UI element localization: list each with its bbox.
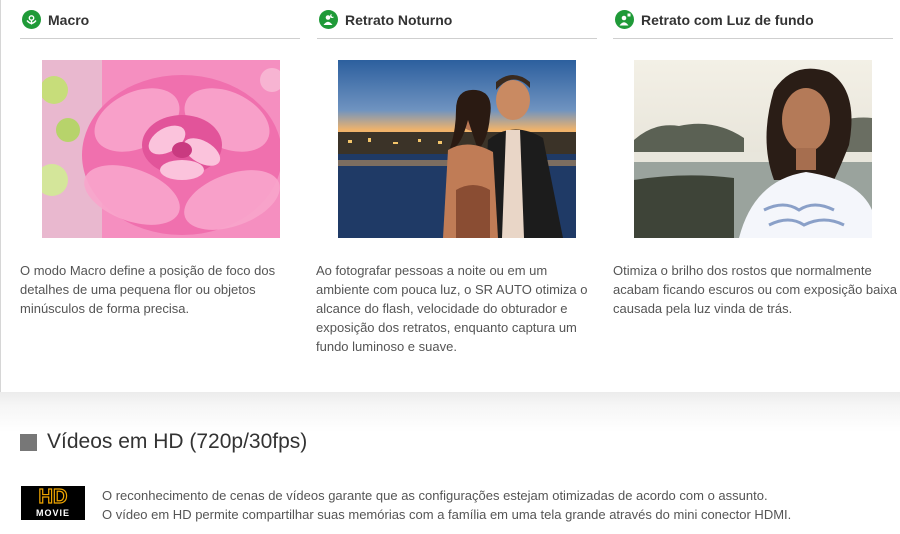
feature-heading: Macro (20, 0, 300, 39)
hd-movie-logo: HD MOVIE (21, 486, 85, 520)
night-portrait-icon (319, 10, 338, 29)
backlight-portrait-photo (634, 60, 872, 238)
feature-macro: Macro (20, 0, 300, 39)
video-description-line: O vídeo em HD permite compartilhar suas … (102, 507, 792, 522)
video-section-title: Vídeos em HD (720p/30fps) (47, 430, 308, 453)
feature-title: Macro (48, 11, 90, 28)
scene-modes-row: Macro O modo Macro define a posição de f… (0, 0, 900, 370)
square-bullet-icon (20, 433, 37, 451)
hd-logo-text: HD (38, 486, 68, 508)
feature-heading: Retrato com Luz de fundo (613, 0, 893, 39)
feature-heading: Retrato Noturno (317, 0, 597, 39)
feature-description: Ao fotografar pessoas a noite ou em um a… (316, 263, 588, 354)
video-section-heading: Vídeos em HD (720p/30fps) (20, 430, 307, 454)
feature-title: Retrato com Luz de fundo (641, 11, 814, 28)
feature-title: Retrato Noturno (345, 11, 453, 28)
movie-logo-text: MOVIE (35, 508, 70, 518)
feature-backlight-portrait: Retrato com Luz de fundo (613, 0, 893, 39)
flower-macro-icon (22, 10, 41, 29)
feature-description: Otimiza o brilho dos rostos que normalme… (613, 263, 897, 316)
feature-description: O modo Macro define a posição de foco do… (20, 263, 276, 316)
night-portrait-photo (338, 60, 576, 238)
video-description: O reconhecimento de cenas de vídeos gara… (102, 486, 892, 524)
backlight-portrait-icon (615, 10, 634, 29)
video-description-line: O reconhecimento de cenas de vídeos gara… (102, 488, 768, 503)
macro-photo (42, 60, 280, 238)
feature-night-portrait: Retrato Noturno (317, 0, 597, 39)
